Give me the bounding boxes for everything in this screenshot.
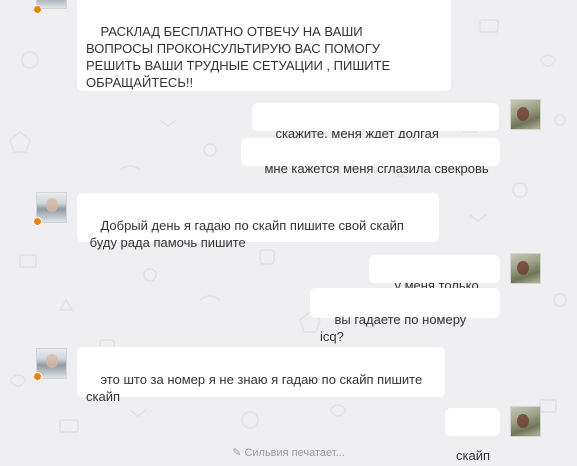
outgoing-message: вы гадаете по номеру icq? [310, 288, 500, 344]
user-avatar[interactable] [510, 99, 541, 130]
online-status-icon [33, 217, 42, 226]
incoming-message: это што за номер я не знаю я гадаю по ск… [77, 347, 445, 404]
outgoing-message: мне кажется меня сглазила свекровь [241, 138, 500, 176]
message-text: РАСКЛАД БЕСПЛАТНО ОТВЕЧУ НА ВАШИ ВОПРОСЫ… [86, 24, 391, 90]
message-text: Добрый день я гадаю по скайп пишите свой… [89, 218, 404, 250]
incoming-message: Добрый день я гадаю по скайп пишите свой… [77, 193, 439, 250]
online-status-icon [33, 5, 42, 14]
outgoing-message: у меня только icq [369, 255, 500, 310]
outgoing-message: скажите, меня ждет долгая дорога? [252, 103, 499, 158]
outgoing-message: скайп [445, 408, 500, 463]
pencil-icon: ✎ [232, 447, 242, 459]
incoming-message: РАСКЛАД БЕСПЛАТНО ОТВЕЧУ НА ВАШИ ВОПРОСЫ… [77, 0, 451, 91]
user-avatar[interactable] [510, 406, 541, 437]
message-text: вы гадаете по номеру icq? [320, 312, 470, 344]
chat-area: РАСКЛАД БЕСПЛАТНО ОТВЕЧУ НА ВАШИ ВОПРОСЫ… [0, 0, 577, 466]
user-avatar[interactable] [510, 253, 541, 284]
typing-text: Сильвия печатает... [244, 447, 345, 459]
typing-indicator: ✎ Сильвия печатает... [0, 446, 577, 459]
message-text: это што за номер я не знаю я гадаю по ск… [86, 372, 423, 404]
online-status-icon [33, 372, 42, 381]
message-text: мне кажется меня сглазила свекровь [264, 161, 489, 176]
